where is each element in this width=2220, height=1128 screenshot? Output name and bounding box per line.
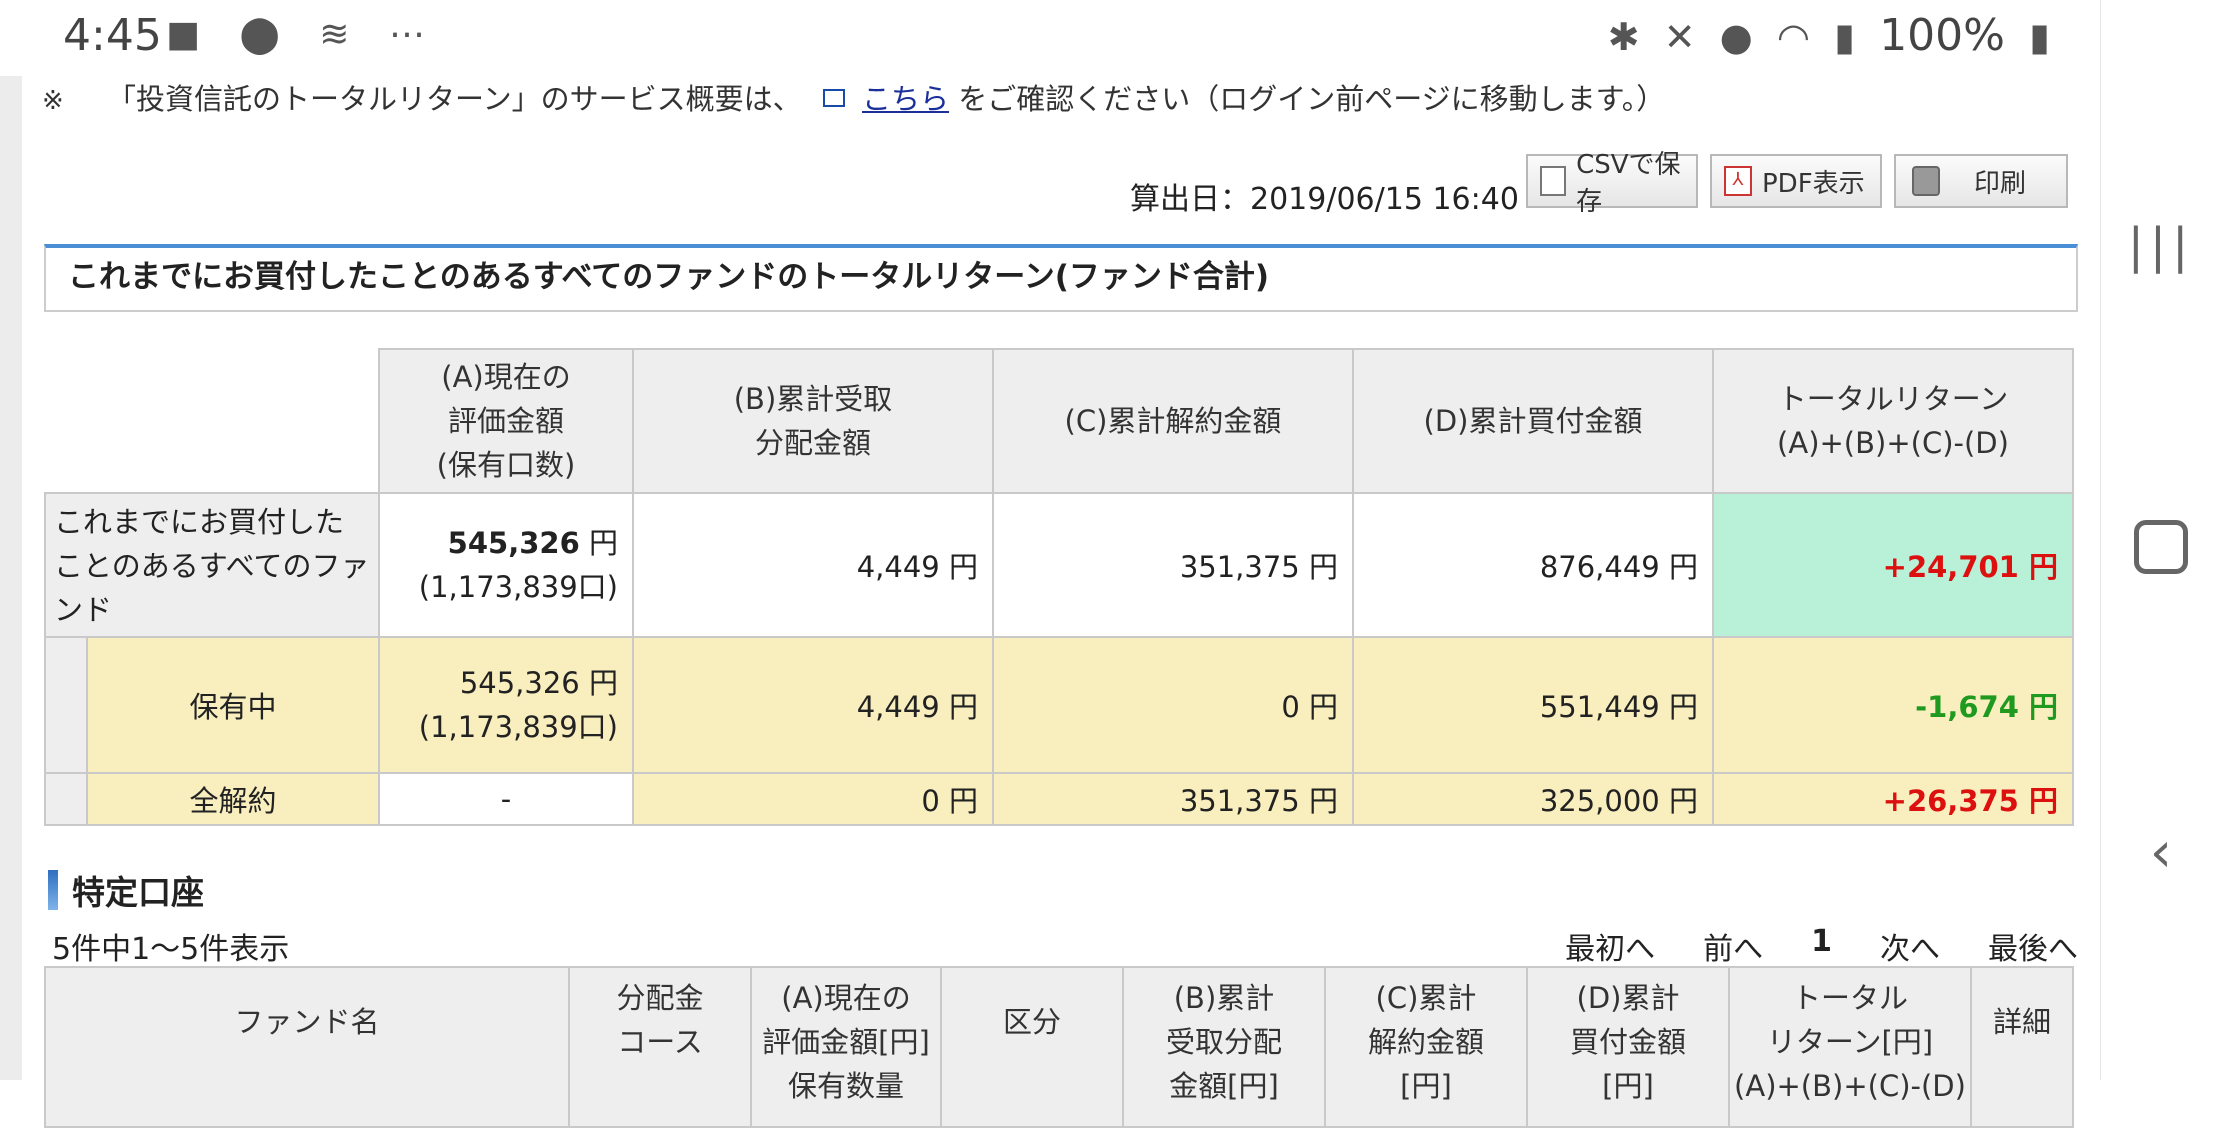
all-purchases: 876,449 円: [1352, 492, 1714, 638]
list-header-row: ファンド名 分配金 コース (A)現在の 評価金額[円] 保有数量 区分 (B)累計受…: [44, 966, 2074, 1128]
summary-table: (A)現在の 評価金額 (保有口数) (B)累計受取 分配金額 (C)累計解約金額 (…: [44, 348, 2074, 826]
spreadsheet-icon: [1540, 166, 1567, 196]
all-current-value: 545,326 円 (1,173,839口): [378, 492, 634, 638]
redeemed-distributions: 0 円: [632, 772, 994, 826]
status-right-icons: ✱ ✕ ● ◠ ▮ 100% ▮: [1596, 10, 2050, 61]
list-header-fund-name: ファンド名: [44, 966, 570, 1128]
pager-current: 1: [1811, 924, 1832, 959]
holding-current-value: 545,326 円 (1,173,839口): [378, 636, 634, 774]
csv-save-button[interactable]: CSVで保存: [1526, 150, 1698, 217]
summary-row-all-funds: これまでにお買付したことのあるすべてのファンド 545,326 円 (1,173…: [44, 492, 2074, 638]
navigation-bar: ||| ‹: [2100, 0, 2220, 1080]
status-time: 4:45: [63, 10, 162, 61]
all-total-return: +24,701 円: [1712, 492, 2074, 638]
header-redemptions: (C)累計解約金額: [992, 348, 1354, 494]
row-label-holding: 保有中: [86, 636, 380, 774]
battery-icon: ▮: [2029, 15, 2050, 59]
status-bar: 4:45 ■ ⬤ ≋ ⋯ ✱ ✕ ● ◠ ▮ 100% ▮: [0, 0, 2100, 76]
all-units: (1,173,839口): [418, 570, 618, 604]
notice-text-after: をご確認ください（ログイン前ページに移動します。）: [958, 82, 1666, 116]
holding-purchases: 551,449 円: [1352, 636, 1714, 774]
home-icon[interactable]: [2101, 520, 2220, 574]
list-header-total-return: トータル リターン[円] (A)+(B)+(C)-(D): [1728, 966, 1972, 1128]
list-header-category: 区分: [940, 966, 1124, 1128]
more-icon: ⋯: [388, 14, 439, 55]
holding-units: (1,173,839口): [418, 710, 618, 744]
summary-row-holding: 保有中 545,326 円 (1,173,839口) 4,449 円 0 円 5…: [44, 636, 2074, 774]
all-distributions: 4,449 円: [632, 492, 994, 638]
list-header-redemptions: (C)累計 解約金額 [円]: [1324, 966, 1528, 1128]
pager-last[interactable]: 最後へ: [1988, 924, 2078, 968]
bluetooth-icon: ✱: [1607, 15, 1640, 59]
header-distributions: (B)累計受取 分配金額: [632, 348, 994, 494]
all-redemptions: 351,375 円: [992, 492, 1354, 638]
page-content: ※ 「投資信託のトータルリターン」のサービス概要は、 こちら をご確認ください（…: [22, 76, 2100, 1128]
status-left-icons: ■ ⬤ ≋ ⋯: [166, 14, 439, 55]
header-corner: [45, 349, 379, 494]
holding-redemptions: 0 円: [992, 636, 1354, 774]
print-button[interactable]: 印刷: [1894, 154, 2068, 208]
location-icon: ●: [1719, 15, 1753, 59]
app-icon: ≋: [319, 14, 364, 55]
redeemed-purchases: 325,000 円: [1352, 772, 1714, 826]
row-label-fully-redeemed: 全解約: [86, 772, 380, 826]
csv-save-label: CSVで保存: [1576, 150, 1681, 217]
notice-link[interactable]: こちら: [862, 82, 949, 116]
result-count: 5件中1～5件表示: [52, 932, 290, 967]
list-header-current-value: (A)現在の 評価金額[円] 保有数量: [750, 966, 942, 1128]
video-icon: ■: [166, 14, 215, 55]
fund-list-table: ファンド名 分配金 コース (A)現在の 評価金額[円] 保有数量 区分 (B)累計受…: [44, 966, 2074, 1128]
section-title: 特定口座: [72, 873, 204, 912]
pdf-icon: ⅄: [1724, 166, 1752, 196]
header-total-return: トータルリターン (A)+(B)+(C)-(D): [1712, 348, 2074, 494]
external-link-icon: [822, 89, 845, 107]
summary-row-fully-redeemed: 全解約 - 0 円 351,375 円 325,000 円 +26,375 円: [44, 772, 2074, 826]
section-marker: [48, 870, 58, 910]
summary-header-row: (A)現在の 評価金額 (保有口数) (B)累計受取 分配金額 (C)累計解約金額 (…: [45, 348, 2074, 494]
indent-cell: [44, 636, 88, 774]
service-notice: ※ 「投資信託のトータルリターン」のサービス概要は、 こちら をご確認ください（…: [42, 76, 1665, 118]
left-gutter: [0, 76, 22, 1080]
header-purchases: (D)累計買付金額: [1352, 348, 1714, 494]
notice-text-before: 「投資信託のトータルリターン」のサービス概要は、: [107, 82, 802, 116]
redeemed-redemptions: 351,375 円: [992, 772, 1354, 826]
row-label-all-funds: これまでにお買付したことのあるすべてのファンド: [44, 492, 380, 638]
fund-total-panel-title: これまでにお買付したことのあるすべてのファンドのトータルリターン(ファンド合計): [44, 244, 2078, 312]
redeemed-total-return: +26,375 円: [1712, 772, 2074, 826]
print-label: 印刷: [1974, 168, 2027, 199]
header-current-value: (A)現在の 評価金額 (保有口数): [378, 348, 634, 494]
holding-distributions: 4,449 円: [632, 636, 994, 774]
signal-icon: ▮: [1834, 15, 1856, 59]
section-heading: 特定口座: [48, 866, 204, 914]
battery-level: 100%: [1879, 10, 2005, 61]
list-header-distributions: (B)累計 受取分配 金額[円]: [1122, 966, 1326, 1128]
mute-icon: ✕: [1663, 15, 1696, 59]
list-header-purchases: (D)累計 買付金額 [円]: [1526, 966, 1730, 1128]
pdf-view-label: PDF表示: [1762, 168, 1865, 199]
indent-cell: [44, 772, 88, 826]
pagination: 最初へ 前へ 1 次へ 最後へ: [1565, 924, 2078, 968]
pager-next[interactable]: 次へ: [1880, 924, 1940, 968]
pager-prev[interactable]: 前へ: [1703, 924, 1763, 968]
notice-mark: ※: [42, 86, 64, 116]
back-icon[interactable]: ‹: [2101, 820, 2220, 885]
wifi-icon: ◠: [1776, 15, 1811, 59]
pager-first[interactable]: 最初へ: [1565, 924, 1655, 968]
holding-total-return: -1,674 円: [1712, 636, 2074, 774]
location-icon: ⬤: [239, 14, 294, 55]
list-header-detail: 詳細: [1970, 966, 2074, 1128]
printer-icon: [1912, 166, 1940, 196]
recent-apps-icon[interactable]: |||: [2101, 218, 2220, 274]
redeemed-current-value: -: [378, 772, 634, 826]
list-header-distribution-course: 分配金 コース: [568, 966, 752, 1128]
calculation-date: 算出日：2019/06/15 16:40: [1130, 182, 1519, 217]
pdf-view-button[interactable]: ⅄ PDF表示: [1710, 154, 1882, 208]
